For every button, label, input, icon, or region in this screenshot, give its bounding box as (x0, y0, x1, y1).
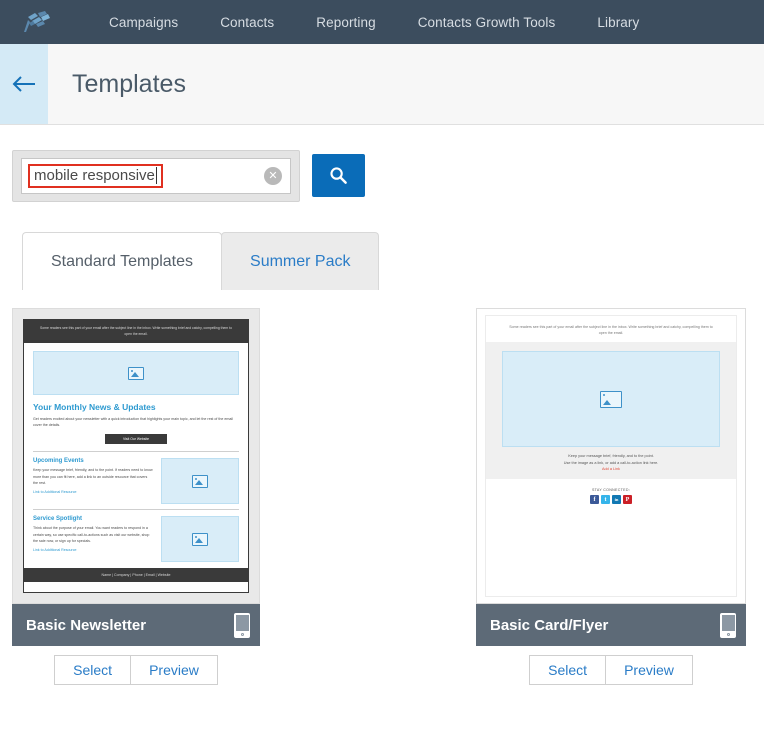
template-actions-basic-newsletter: Select Preview (12, 655, 260, 685)
cardflyer-hero-image-placeholder (502, 351, 720, 448)
section-heading: Service Spotlight (33, 516, 83, 523)
facebook-icon: f (590, 495, 599, 505)
search-section: mobile responsive ✕ (0, 125, 764, 202)
section-link: Link to Additional Resource (33, 547, 77, 552)
template-name-bar-basic-card-flyer: Basic Card/Flyer (476, 604, 746, 646)
section-image-placeholder (161, 516, 239, 563)
flag-logo-icon (24, 11, 50, 32)
search-input-value: mobile responsive (34, 167, 155, 184)
newsletter-preheader: Some readers see this part of your email… (24, 320, 248, 344)
nav-item-list: Campaigns Contacts Reporting Contacts Gr… (88, 15, 660, 30)
template-name-bar-basic-newsletter: Basic Newsletter (12, 604, 260, 646)
newsletter-hero-image-placeholder (33, 351, 239, 396)
template-actions-basic-card-flyer: Select Preview (476, 655, 746, 685)
mobile-phone-icon (234, 612, 250, 638)
image-placeholder-icon (192, 532, 208, 546)
cardflyer-add-link: Add a Link (602, 467, 620, 472)
template-name: Basic Newsletter (26, 616, 147, 634)
newsletter-intro-text: Get readers excited about your newslette… (33, 417, 233, 428)
nav-item-campaigns[interactable]: Campaigns (88, 15, 199, 30)
back-button[interactable] (0, 44, 48, 124)
phone-screen (235, 614, 249, 631)
linkedin-icon: in (612, 495, 621, 505)
newsletter-headline: Your Monthly News & Updates (33, 402, 156, 413)
nav-item-contacts-growth-tools[interactable]: Contacts Growth Tools (397, 15, 577, 30)
text-caret (155, 167, 157, 184)
nav-item-library[interactable]: Library (576, 15, 660, 30)
clear-search-icon[interactable]: ✕ (264, 167, 282, 185)
cardflyer-email-mock: Some readers see this part of your email… (485, 315, 737, 597)
phone-home-button (726, 632, 730, 636)
top-navigation-bar: Campaigns Contacts Reporting Contacts Gr… (0, 0, 764, 44)
phone-home-button (240, 632, 244, 636)
app-logo[interactable] (14, 0, 58, 44)
select-button[interactable]: Select (54, 655, 132, 685)
tab-standard-templates[interactable]: Standard Templates (22, 232, 223, 290)
nav-item-reporting[interactable]: Reporting (295, 15, 396, 30)
cardflyer-panel: Keep your message brief, friendly, and t… (486, 342, 736, 480)
newsletter-footer: Name | Company | Phone | Email | Website (24, 568, 248, 583)
tab-summer-pack-label: Summer Pack (250, 252, 351, 270)
template-card-basic-newsletter: Some readers see this part of your email… (12, 308, 260, 685)
section-body: Keep your message brief, friendly, and t… (33, 468, 153, 485)
back-arrow-icon (12, 76, 35, 92)
cardflyer-body-line-2: Use the image as a link, or add a call-t… (563, 460, 659, 465)
template-tabs: Standard Templates Summer Pack (0, 232, 764, 290)
cardflyer-preheader: Some readers see this part of your email… (509, 325, 713, 336)
template-grid: Some readers see this part of your email… (0, 290, 764, 685)
mobile-phone-icon (720, 612, 736, 638)
template-card-basic-card-flyer: Some readers see this part of your email… (476, 308, 746, 685)
section-heading: Upcoming Events (33, 458, 84, 465)
search-icon (330, 167, 347, 184)
phone-screen (721, 614, 735, 631)
tab-standard-templates-label: Standard Templates (51, 252, 194, 270)
image-placeholder-icon (128, 366, 144, 380)
divider (33, 451, 239, 453)
page-title: Templates (72, 69, 186, 98)
newsletter-section-service-spotlight: Service Spotlight Think about the purpos… (33, 516, 239, 563)
newsletter-cta-button: Visit Our Website (105, 434, 167, 445)
cardflyer-stay-connected-label: STAY CONNECTED: (591, 488, 631, 493)
pinterest-icon: P (623, 495, 632, 505)
template-preview-basic-newsletter[interactable]: Some readers see this part of your email… (12, 308, 260, 604)
search-button[interactable] (312, 154, 365, 197)
search-box-shell: mobile responsive ✕ (12, 150, 300, 202)
twitter-icon: t (601, 495, 610, 505)
page-header: Templates (0, 44, 764, 125)
section-image-placeholder (161, 458, 239, 505)
search-input[interactable]: mobile responsive ✕ (21, 158, 291, 194)
newsletter-section-upcoming-events: Upcoming Events Keep your message brief,… (33, 458, 239, 505)
template-name: Basic Card/Flyer (490, 616, 609, 634)
preview-button[interactable]: Preview (131, 655, 218, 685)
cardflyer-social-icons: f t in P (486, 495, 736, 505)
template-preview-basic-card-flyer[interactable]: Some readers see this part of your email… (476, 308, 746, 604)
image-placeholder-icon (192, 474, 208, 488)
section-body: Think about the purpose of your email. Y… (33, 526, 150, 543)
tab-summer-pack[interactable]: Summer Pack (221, 232, 380, 290)
image-placeholder-icon (600, 390, 622, 408)
nav-item-contacts[interactable]: Contacts (199, 15, 295, 30)
select-button[interactable]: Select (529, 655, 607, 685)
section-link: Link to Additional Resource (33, 489, 77, 494)
divider (33, 509, 239, 511)
newsletter-email-mock: Some readers see this part of your email… (23, 319, 249, 593)
search-input-highlight: mobile responsive (28, 164, 163, 188)
preview-button[interactable]: Preview (606, 655, 693, 685)
